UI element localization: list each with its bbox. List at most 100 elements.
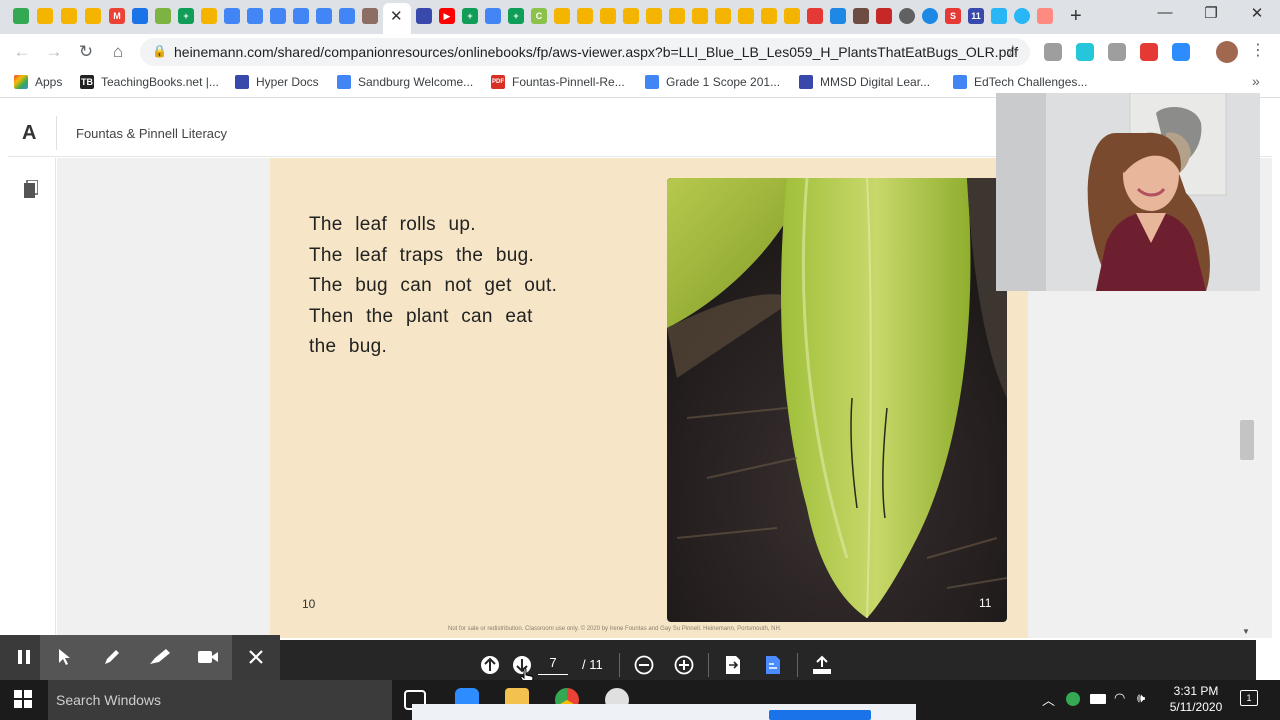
app-tab-icon[interactable]: C bbox=[531, 8, 547, 24]
webcam-video-overlay bbox=[996, 93, 1260, 291]
screen-share-button[interactable] bbox=[769, 710, 871, 720]
app-tab-icon[interactable]: 11 bbox=[968, 8, 984, 24]
bookmark-mmsd[interactable]: MMSD Digital Lear... bbox=[799, 75, 930, 89]
battery-icon[interactable] bbox=[1090, 694, 1106, 704]
pen-icon[interactable] bbox=[88, 635, 136, 680]
sheets-tab-icon[interactable]: + bbox=[462, 8, 478, 24]
screencast-extension-icon[interactable] bbox=[1140, 43, 1158, 61]
docs-tab-icon[interactable] bbox=[293, 8, 309, 24]
slides-tab-icon[interactable] bbox=[738, 8, 754, 24]
address-bar[interactable]: 🔒 heinemann.com/shared/companionresource… bbox=[140, 38, 1030, 66]
previous-page-button[interactable] bbox=[480, 655, 500, 680]
slides-tab-icon[interactable] bbox=[646, 8, 662, 24]
close-icon[interactable] bbox=[232, 635, 280, 680]
wifi-icon[interactable]: ◠ bbox=[1114, 690, 1125, 706]
zoom-in-button[interactable] bbox=[674, 655, 694, 680]
notification-center-icon[interactable]: 1 bbox=[1240, 690, 1258, 706]
app-tab-icon[interactable] bbox=[807, 8, 823, 24]
adobe-logo: A bbox=[22, 122, 37, 144]
docs-tab-icon[interactable] bbox=[339, 8, 355, 24]
windows-start-icon[interactable] bbox=[14, 690, 32, 708]
control-divider bbox=[708, 653, 709, 677]
tab-close-icon[interactable]: ✕ bbox=[390, 7, 403, 25]
bookmark-star-icon[interactable]: ☆ bbox=[1006, 41, 1020, 61]
vertical-scrollbar[interactable] bbox=[1266, 158, 1272, 638]
window-close-button[interactable]: ✕ bbox=[1237, 4, 1277, 22]
slides-tab-icon[interactable] bbox=[554, 8, 570, 24]
reload-button[interactable]: ↻ bbox=[75, 42, 97, 62]
new-tab-button[interactable]: + bbox=[1070, 5, 1082, 28]
app-tab-icon[interactable] bbox=[1014, 8, 1030, 24]
bookmark-hyper-docs[interactable]: Hyper Docs bbox=[235, 75, 319, 89]
bookmark-edtech[interactable]: EdTech Challenges... bbox=[953, 75, 1087, 89]
download-button[interactable] bbox=[812, 655, 832, 680]
volume-icon[interactable]: 🕪 bbox=[1137, 690, 1145, 706]
docs-tab-icon[interactable] bbox=[270, 8, 286, 24]
scrollbar-thumb[interactable] bbox=[1240, 420, 1254, 460]
sheets-tab-icon[interactable]: + bbox=[178, 8, 194, 24]
bookmark-apps[interactable]: Apps bbox=[14, 75, 62, 89]
drive-tab-icon[interactable] bbox=[13, 8, 29, 24]
highlighter-icon[interactable] bbox=[136, 635, 184, 680]
slides-tab-icon[interactable] bbox=[715, 8, 731, 24]
classroom-tab-icon[interactable] bbox=[132, 8, 148, 24]
page-thumbnails-icon[interactable] bbox=[24, 179, 39, 203]
app-tab-icon[interactable] bbox=[991, 8, 1007, 24]
taskbar-clock[interactable]: 3:31 PM 5/11/2020 bbox=[1160, 683, 1232, 715]
restore-button[interactable]: ❐ bbox=[1191, 4, 1231, 22]
minimize-button[interactable]: — bbox=[1145, 4, 1185, 21]
gmail-tab-icon[interactable]: M bbox=[109, 8, 125, 24]
slides-tab-icon[interactable] bbox=[623, 8, 639, 24]
back-button[interactable]: ← bbox=[11, 42, 33, 62]
current-page-input[interactable]: 7 bbox=[538, 655, 568, 675]
docs-tab-icon[interactable] bbox=[316, 8, 332, 24]
scroll-down-arrow-icon[interactable]: ▼ bbox=[1242, 627, 1250, 636]
slides-tab-icon[interactable] bbox=[692, 8, 708, 24]
extension-icon[interactable] bbox=[1076, 43, 1094, 61]
slides-tab-icon[interactable] bbox=[577, 8, 593, 24]
puzzle-extension-icon[interactable] bbox=[1108, 43, 1126, 61]
app-tab-icon[interactable] bbox=[922, 8, 938, 24]
video-camera-icon[interactable] bbox=[184, 635, 232, 680]
docs-tab-icon[interactable] bbox=[247, 8, 263, 24]
app-tab-icon[interactable]: S bbox=[945, 8, 961, 24]
taskbar-search-box[interactable]: Search Windows bbox=[48, 680, 392, 720]
bookmark-sandburg[interactable]: Sandburg Welcome... bbox=[337, 75, 473, 89]
chrome-menu-icon[interactable]: ⋮ bbox=[1250, 40, 1266, 60]
app-tab-icon[interactable] bbox=[830, 8, 846, 24]
bookmark-grade1-scope[interactable]: Grade 1 Scope 201... bbox=[645, 75, 780, 89]
app-tab-icon[interactable] bbox=[1037, 8, 1053, 24]
docs-tab-icon[interactable] bbox=[485, 8, 501, 24]
zoom-out-button[interactable] bbox=[634, 655, 654, 680]
slides-tab-icon[interactable] bbox=[85, 8, 101, 24]
slides-tab-icon[interactable] bbox=[669, 8, 685, 24]
forward-button[interactable]: → bbox=[43, 42, 65, 62]
zoom-extension-icon[interactable] bbox=[1172, 43, 1190, 61]
pointer-icon[interactable] bbox=[40, 635, 88, 680]
slides-tab-icon[interactable] bbox=[600, 8, 616, 24]
slides-tab-icon[interactable] bbox=[784, 8, 800, 24]
app-tab-icon[interactable] bbox=[853, 8, 869, 24]
sheets-tab-icon[interactable]: + bbox=[508, 8, 524, 24]
youtube-tab-icon[interactable]: ▶ bbox=[439, 8, 455, 24]
tray-overflow-icon[interactable]: ︿ bbox=[1042, 690, 1055, 709]
slides-tab-icon[interactable] bbox=[761, 8, 777, 24]
drive-extension-icon[interactable] bbox=[1044, 43, 1062, 61]
profile-avatar[interactable] bbox=[1216, 41, 1238, 63]
tray-app-icon[interactable] bbox=[1066, 692, 1080, 706]
slides-tab-icon[interactable] bbox=[201, 8, 217, 24]
bookmark-fountas-pinnell[interactable]: PDF Fountas-Pinnell-Re... bbox=[491, 75, 625, 89]
app-tab-icon[interactable] bbox=[155, 8, 171, 24]
fit-width-button[interactable] bbox=[764, 655, 782, 680]
home-button[interactable]: ⌂ bbox=[107, 42, 129, 62]
fit-page-button[interactable] bbox=[724, 655, 742, 680]
docs-tab-icon[interactable] bbox=[224, 8, 240, 24]
app-tab-icon[interactable] bbox=[899, 8, 915, 24]
forms-tab-icon[interactable] bbox=[416, 8, 432, 24]
slides-tab-icon[interactable] bbox=[37, 8, 53, 24]
app-tab-icon[interactable] bbox=[362, 8, 378, 24]
slides-tab-icon[interactable] bbox=[61, 8, 77, 24]
app-tab-icon[interactable] bbox=[876, 8, 892, 24]
bookmarks-overflow-icon[interactable]: » bbox=[1252, 73, 1260, 89]
bookmark-teachingbooks[interactable]: TB TeachingBooks.net |... bbox=[80, 75, 219, 89]
